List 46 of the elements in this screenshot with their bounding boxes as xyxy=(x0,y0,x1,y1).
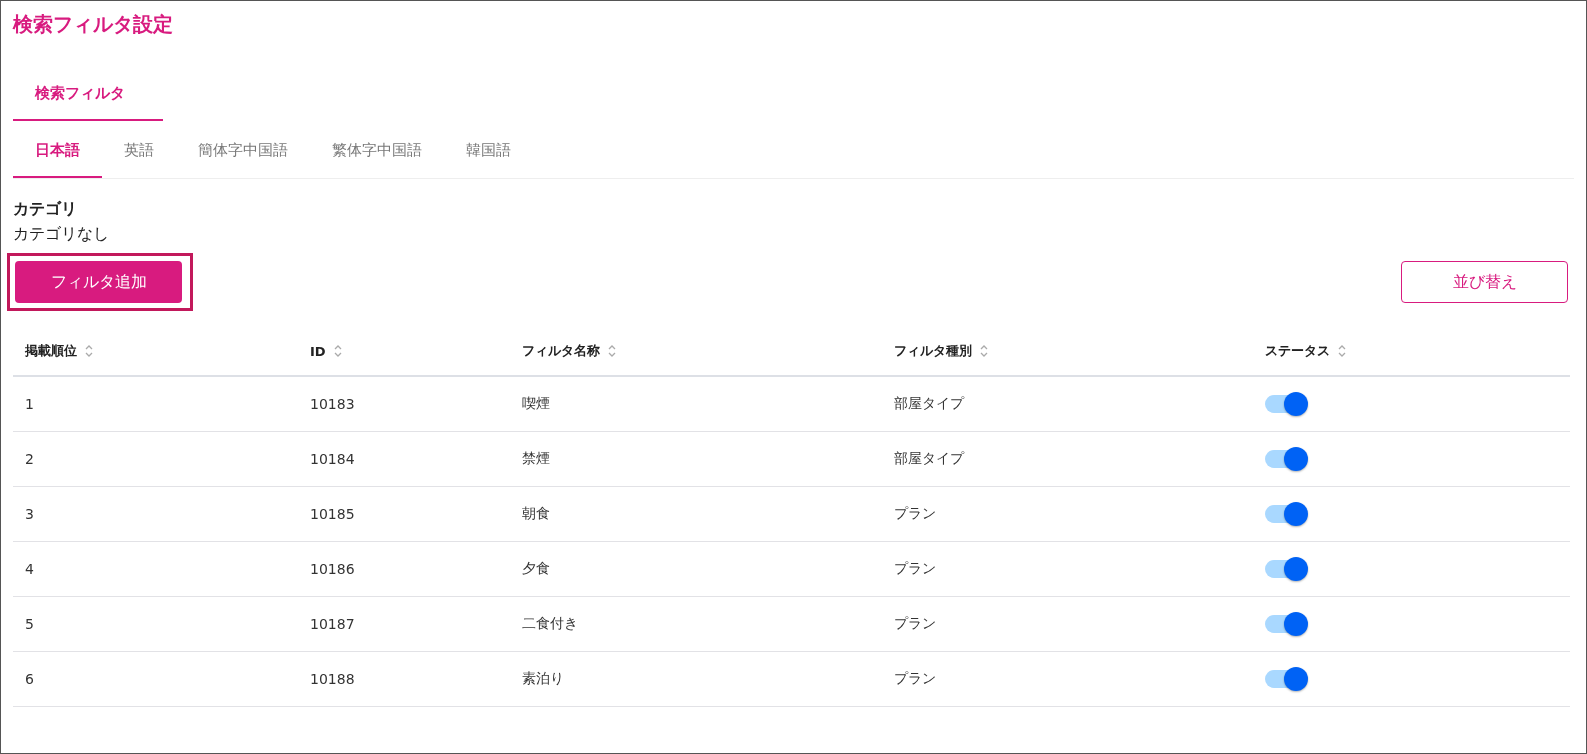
language-tab[interactable]: 簡体字中国語 xyxy=(176,127,310,178)
table-cell: プラン xyxy=(894,505,936,521)
status-toggle[interactable] xyxy=(1265,450,1305,468)
category-label: カテゴリ xyxy=(13,199,78,220)
table-cell: 部屋タイプ xyxy=(894,395,964,411)
language-tab[interactable]: 英語 xyxy=(102,127,176,178)
add-filter-button[interactable]: フィルタ追加 xyxy=(15,261,182,303)
table-cell: 部屋タイプ xyxy=(894,450,964,466)
status-toggle[interactable] xyxy=(1265,670,1305,688)
status-toggle[interactable] xyxy=(1265,395,1305,413)
status-toggle[interactable] xyxy=(1265,615,1305,633)
column-header: フィルタ種別 xyxy=(894,342,972,360)
table-cell: 10183 xyxy=(310,396,355,412)
language-tab[interactable]: 日本語 xyxy=(13,127,102,178)
category-value: カテゴリなし xyxy=(13,224,110,245)
table-cell: 5 xyxy=(25,616,34,632)
column-header: ID xyxy=(310,343,326,359)
status-toggle[interactable] xyxy=(1265,505,1305,523)
table-cell: 1 xyxy=(25,396,34,412)
sort-button[interactable]: 並び替え xyxy=(1401,261,1568,303)
table-cell: 2 xyxy=(25,451,34,467)
column-header: 掲載順位 xyxy=(25,342,77,360)
table-cell: 二食付き xyxy=(522,615,578,631)
language-tab[interactable]: 繁体字中国語 xyxy=(310,127,444,178)
table-cell: 10184 xyxy=(310,451,355,467)
table-cell: 朝食 xyxy=(522,505,550,521)
language-tab[interactable]: 韓国語 xyxy=(444,127,533,178)
column-header: フィルタ名称 xyxy=(522,342,600,360)
table-cell: 夕食 xyxy=(522,560,550,576)
table-cell: 10188 xyxy=(310,671,355,687)
table-cell: プラン xyxy=(894,670,936,686)
column-header: ステータス xyxy=(1265,342,1330,360)
table-cell: 4 xyxy=(25,561,34,577)
section-tab[interactable]: 検索フィルタ xyxy=(13,74,163,121)
table-cell: 禁煙 xyxy=(522,450,550,466)
table-cell: 10187 xyxy=(310,616,355,632)
table-cell: 3 xyxy=(25,506,34,522)
status-toggle[interactable] xyxy=(1265,560,1305,578)
table-cell: プラン xyxy=(894,615,936,631)
page-title: 検索フィルタ設定 xyxy=(13,11,174,38)
table-cell: 10186 xyxy=(310,561,355,577)
table-cell: プラン xyxy=(894,560,936,576)
table-cell: 喫煙 xyxy=(522,395,550,411)
table-cell: 6 xyxy=(25,671,34,687)
table-cell: 素泊り xyxy=(522,670,564,686)
table-cell: 10185 xyxy=(310,506,355,522)
